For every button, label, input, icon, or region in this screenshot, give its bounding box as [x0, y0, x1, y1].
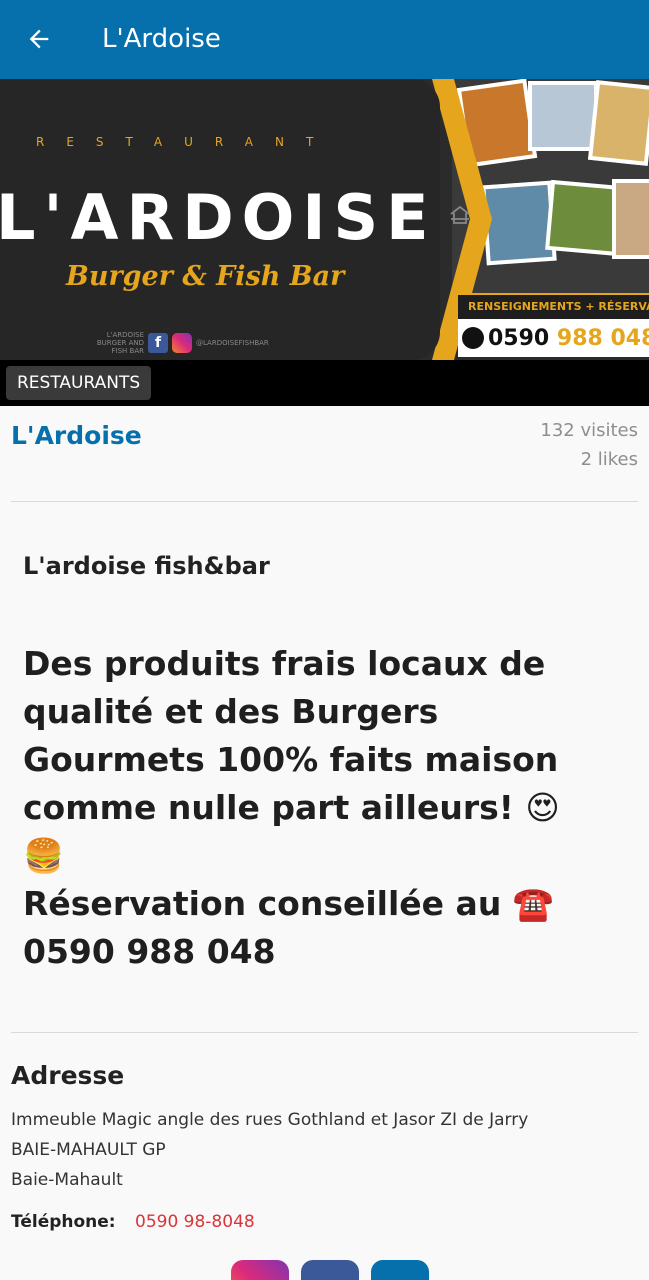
address-line: Immeuble Magic angle des rues Gothland e…: [11, 1110, 529, 1130]
home-icon: [450, 205, 470, 224]
category-chip[interactable]: RESTAURANTS: [6, 366, 152, 400]
hero-social-caption: L'ARDOISE BURGER AND FISH BAR: [96, 331, 144, 355]
description-line: Gourmets 100% faits maison: [23, 740, 559, 779]
category-bar: RESTAURANTS: [0, 360, 649, 406]
description-line: qualité et des Burgers: [23, 692, 439, 731]
visits-count: 132 visites: [540, 420, 638, 441]
facebook-button[interactable]: [301, 1260, 359, 1280]
hero-phone-prefix: 0590: [488, 325, 557, 351]
arrow-left-icon: [29, 29, 49, 49]
description-line: Réservation conseillée au ☎️: [23, 884, 554, 923]
description-line: Des produits frais locaux de: [23, 644, 546, 683]
phone-link[interactable]: 0590 98-8048: [135, 1212, 255, 1232]
hero-info-band: RENSEIGNEMENTS + RÉSERVA: [458, 293, 649, 319]
description-line: 🍔: [23, 836, 65, 875]
description-line: 0590 988 048: [23, 932, 276, 971]
instagram-button[interactable]: [231, 1260, 289, 1280]
description-title: L'ardoise fish&bar: [23, 552, 270, 580]
place-name: L'Ardoise: [11, 421, 142, 450]
divider: [11, 501, 638, 502]
hero-phone-suffix: 988 048: [556, 325, 649, 351]
hero-subtitle: Burger & Fish Bar: [66, 261, 345, 292]
address-line: Baie-Mahault: [11, 1170, 123, 1190]
app-bar: L'Ardoise: [0, 0, 649, 79]
hero-phone: 0590 988 048: [458, 319, 649, 357]
hero-restaurant-name: L'ARDOISE: [0, 181, 437, 254]
divider: [11, 1032, 638, 1033]
phone-label: Téléphone:: [11, 1212, 116, 1232]
website-button[interactable]: [371, 1260, 429, 1280]
hero-social-row: L'ARDOISE BURGER AND FISH BAR f @LARDOIS…: [88, 331, 269, 355]
hero-tagline: RESTAURANT: [36, 135, 336, 149]
instagram-icon: [172, 333, 192, 353]
facebook-icon: f: [148, 333, 168, 353]
description-line: comme nulle part ailleurs! 😍: [23, 788, 560, 827]
whatsapp-icon: [462, 327, 484, 349]
likes-count: 2 likes: [580, 449, 638, 470]
back-button[interactable]: [22, 22, 56, 56]
address-line: BAIE-MAHAULT GP: [11, 1140, 166, 1160]
address-heading: Adresse: [11, 1061, 125, 1090]
description-body: Des produits frais locaux de qualité et …: [23, 640, 628, 976]
hero-banner: RESTAURANT L'ARDOISE Burger & Fish Bar L…: [0, 79, 649, 360]
page-title: L'Ardoise: [102, 24, 221, 54]
hero-social-handle: @LARDOISEFISHBAR: [196, 339, 269, 347]
